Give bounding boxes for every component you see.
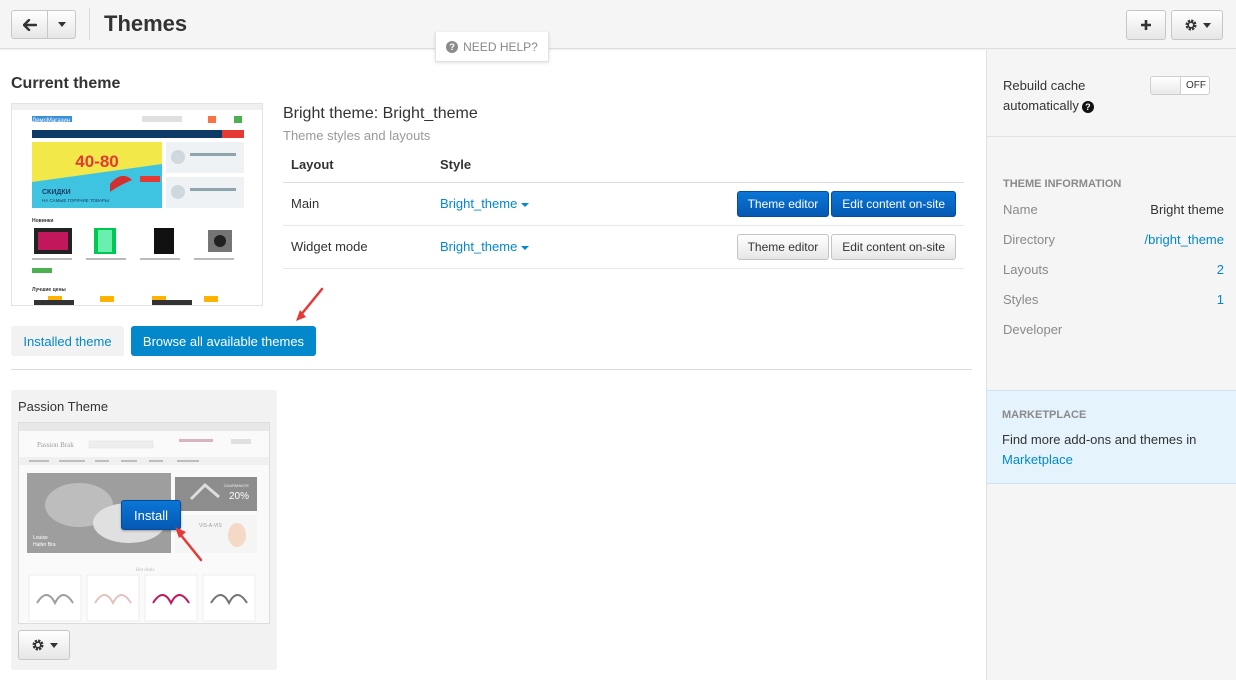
settings-dropdown-button[interactable]: [1171, 10, 1223, 40]
current-theme-preview: ДемоМагазин 40-80 СКИДКИ НА САМЫЕ ГОРЯЧИ…: [11, 103, 263, 306]
preview-shop-name: ДемоМагазин: [32, 118, 70, 124]
preview-promo-line2: НА САМЫЕ ГОРЯЧИЕ ТОВАРЫ: [42, 198, 109, 203]
layout-name: Main: [283, 182, 432, 226]
gear-icon: [32, 639, 43, 651]
theme-card-settings-button[interactable]: [18, 630, 70, 660]
preview-hot-deals: Hot deals: [135, 568, 154, 573]
info-key: Developer: [1003, 322, 1063, 337]
question-icon[interactable]: ?: [1081, 100, 1094, 113]
layouts-count-link[interactable]: 2: [1217, 262, 1224, 277]
page-title: Themes: [104, 11, 188, 36]
marketplace-heading: Marketplace: [1002, 409, 1087, 421]
style-dropdown[interactable]: Bright_theme: [432, 182, 632, 226]
top-bar: Themes: [0, 0, 1236, 49]
rebuild-cache-toggle[interactable]: OFF: [1150, 76, 1210, 95]
preview-section-best: Лучшие цены: [32, 287, 66, 293]
rebuild-cache-label: Rebuild cache automatically: [1003, 78, 1086, 113]
need-help-button[interactable]: ? NEED HELP?: [435, 32, 549, 62]
sidebar-divider: [987, 136, 1236, 137]
marketplace-text: Find more add-ons and themes in Marketpl…: [1002, 430, 1222, 470]
add-theme-button[interactable]: [1126, 10, 1166, 40]
preview-caption-line2: Halter Bra: [33, 542, 56, 548]
theme-editor-button[interactable]: Theme editor: [736, 233, 830, 260]
question-icon: ?: [446, 40, 459, 53]
back-button[interactable]: [11, 10, 48, 39]
toggle-state-label: OFF: [1186, 80, 1206, 91]
style-dropdown-label[interactable]: Bright_theme: [440, 239, 517, 254]
caret-down-icon: [1202, 22, 1211, 28]
info-row-layouts: Layouts 2: [1003, 262, 1224, 277]
current-theme-subtitle: Theme styles and layouts: [283, 128, 431, 143]
current-theme-name: Bright theme: Bright_theme: [283, 105, 478, 122]
col-layout-header: Layout: [283, 147, 432, 183]
tab-installed-theme[interactable]: Installed theme: [11, 326, 124, 356]
style-dropdown-label[interactable]: Bright_theme: [440, 196, 517, 211]
preview-brand: Passion Brak: [37, 441, 74, 449]
caret-down-icon: [521, 202, 530, 207]
styles-count-link[interactable]: 1: [1217, 292, 1224, 307]
preview-promo-big: 40-80: [75, 152, 118, 171]
section-title-current-theme: Current theme: [11, 75, 121, 92]
caret-down-icon: [49, 642, 58, 648]
preview-promo-label: CHARMANTE: [224, 483, 250, 488]
rebuild-cache-setting: Rebuild cache automatically?: [1003, 76, 1123, 116]
table-row: Main Bright_theme Theme editor Edit conte…: [283, 182, 964, 226]
toolbar-divider: [89, 8, 90, 40]
toggle-knob: [1151, 77, 1181, 94]
layout-name: Widget mode: [283, 225, 432, 269]
layouts-table: Layout Style Main Bright_theme Theme edi…: [283, 147, 964, 269]
info-key: Name: [1003, 202, 1038, 217]
preview-promo-line1: СКИДКИ: [42, 189, 71, 196]
style-dropdown[interactable]: Bright_theme: [432, 225, 632, 269]
row-actions: Theme editor Edit content on-site: [632, 182, 964, 226]
marketplace-description: Find more add-ons and themes in: [1002, 432, 1197, 447]
info-row-styles: Styles 1: [1003, 292, 1224, 307]
preview-caption-line1: Louise: [33, 535, 48, 541]
caret-down-icon: [521, 245, 530, 250]
info-key: Styles: [1003, 292, 1039, 307]
theme-information-heading: Theme information: [1003, 178, 1122, 190]
caret-down-icon: [57, 22, 66, 27]
need-help-label: NEED HELP?: [463, 39, 538, 54]
theme-card-title: Passion Theme: [18, 399, 109, 414]
info-key: Layouts: [1003, 262, 1049, 277]
directory-link[interactable]: /bright_theme: [1145, 232, 1225, 247]
info-value: Bright theme: [1150, 202, 1224, 217]
col-actions-header: [632, 147, 964, 183]
annotation-arrow-icon: [175, 527, 203, 562]
marketplace-link[interactable]: Marketplace: [1002, 452, 1073, 467]
info-key: Directory: [1003, 232, 1056, 247]
plus-icon: [1141, 20, 1151, 30]
marketplace-panel: Marketplace Find more add-ons and themes…: [987, 390, 1236, 484]
preview-promo-big: 20%: [229, 491, 249, 502]
current-theme-thumbnail: ДемоМагазин 40-80 СКИДКИ НА САМЫЕ ГОРЯЧИ…: [12, 104, 262, 305]
edit-content-on-site-button[interactable]: Edit content on-site: [831, 190, 956, 217]
info-row-name: Name Bright theme: [1003, 202, 1224, 217]
theme-card-passion: Passion Theme Passion Brak Louise Halter…: [11, 390, 277, 670]
info-row-directory: Directory /bright_theme: [1003, 232, 1224, 247]
preview-section-new: Новинки: [32, 218, 53, 224]
section-divider: [11, 369, 972, 370]
annotation-arrow-icon: [296, 287, 324, 321]
edit-content-on-site-button[interactable]: Edit content on-site: [831, 233, 956, 260]
row-actions: Theme editor Edit content on-site: [632, 225, 964, 269]
arrow-left-icon: [22, 18, 37, 31]
gear-icon: [1185, 19, 1196, 31]
col-style-header: Style: [432, 147, 632, 183]
back-dropdown-button[interactable]: [47, 10, 76, 39]
table-row: Widget mode Bright_theme Theme editor Edi…: [283, 225, 964, 269]
table-header-row: Layout Style: [283, 147, 964, 183]
info-row-developer: Developer: [1003, 322, 1224, 337]
sidebar: Rebuild cache automatically? OFF Theme i…: [986, 50, 1236, 680]
theme-editor-button[interactable]: Theme editor: [736, 190, 830, 217]
tab-browse-all-themes[interactable]: Browse all available themes: [131, 326, 316, 356]
